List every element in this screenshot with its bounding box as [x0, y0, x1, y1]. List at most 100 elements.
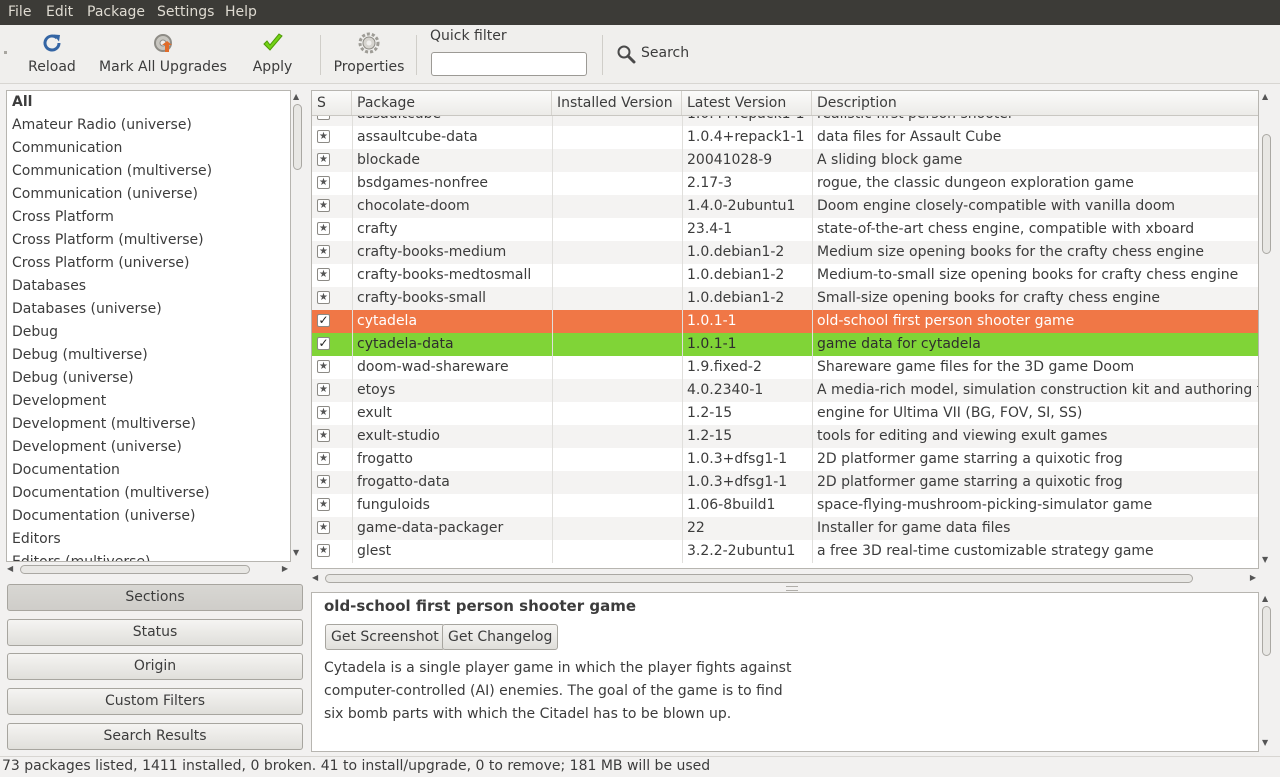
status-checkbox[interactable]: ★ — [317, 544, 330, 557]
status-checkbox[interactable]: ★ — [317, 116, 330, 120]
details-vertical-scrollbar[interactable]: ▲ ▼ — [1260, 592, 1273, 750]
search-button[interactable]: Search — [614, 42, 694, 66]
apply-button[interactable]: Apply — [245, 25, 300, 83]
status-checkbox[interactable]: ★ — [317, 383, 330, 396]
package-horizontal-scrollbar[interactable]: ◀ ▶ — [311, 571, 1257, 585]
status-checkbox[interactable]: ★ — [317, 360, 330, 373]
sections-vertical-scrollbar[interactable]: ▲ ▼ — [291, 90, 304, 560]
table-row[interactable]: ★ etoys 4.0.2340-1 A media-rich model, simu… — [312, 379, 1258, 402]
menu-edit[interactable]: Edit — [46, 4, 73, 20]
table-row[interactable]: ★ crafty-books-small 1.0.debian1-2 Small-si… — [312, 287, 1258, 310]
table-row[interactable]: ★ assaultcube 1.0.4+repack1-1realistic fir… — [312, 116, 1258, 126]
scrollbar-thumb[interactable] — [20, 565, 250, 574]
section-item[interactable]: Debug (multiverse) — [12, 344, 148, 367]
column-header-status[interactable]: S — [312, 91, 352, 115]
status-checkbox[interactable]: ★ — [317, 291, 330, 304]
scroll-left-arrow-icon[interactable]: ◀ — [312, 573, 318, 583]
table-row[interactable]: ★ doom-wad-shareware 1.9.fixed-2 Shareware … — [312, 356, 1258, 379]
menu-package[interactable]: Package — [87, 4, 145, 20]
package-vertical-scrollbar[interactable]: ▲ ▼ — [1260, 90, 1273, 567]
quick-filter-input[interactable] — [431, 52, 587, 76]
scrollbar-thumb[interactable] — [325, 574, 1193, 583]
column-header-latest-version[interactable]: Latest Version — [682, 91, 812, 115]
menu-help[interactable]: Help — [225, 4, 257, 20]
scrollbar-thumb[interactable] — [293, 104, 302, 170]
section-item[interactable]: Documentation — [12, 459, 120, 482]
section-item[interactable]: Communication (multiverse) — [12, 160, 212, 183]
table-row[interactable]: ★ exult 1.2-15 engine for Ultima VII (BG, F… — [312, 402, 1258, 425]
reload-button[interactable]: Reload — [22, 25, 82, 83]
table-row[interactable]: ✓ cytadela-data 1.0.1-1 game data for cytad… — [312, 333, 1258, 356]
status-checkbox[interactable]: ★ — [317, 498, 330, 511]
pane-splitter[interactable] — [786, 586, 798, 591]
package-table[interactable]: S Package Installed Version Latest Versi… — [311, 90, 1259, 569]
status-checkbox[interactable]: ★ — [317, 475, 330, 488]
status-checkbox[interactable]: ★ — [317, 153, 330, 166]
table-row[interactable]: ★ funguloids 1.06-8build1 space-flying-mush… — [312, 494, 1258, 517]
status-checkbox[interactable]: ★ — [317, 429, 330, 442]
table-row[interactable]: ★ frogatto-data 1.0.3+dfsg1-1 2D platformer… — [312, 471, 1258, 494]
scroll-right-arrow-icon[interactable]: ▶ — [282, 564, 288, 574]
status-checkbox[interactable]: ★ — [317, 130, 330, 143]
table-row[interactable]: ★ chocolate-doom 1.4.0-2ubuntu1 Doom engine… — [312, 195, 1258, 218]
section-item[interactable]: Editors — [12, 528, 61, 551]
scroll-left-arrow-icon[interactable]: ◀ — [7, 564, 13, 574]
table-row[interactable]: ★ assaultcube-data 1.0.4+repack1-1 data fil… — [312, 126, 1258, 149]
scroll-down-arrow-icon[interactable]: ▼ — [1262, 555, 1268, 565]
scroll-up-arrow-icon[interactable]: ▲ — [1262, 594, 1268, 604]
scroll-up-arrow-icon[interactable]: ▲ — [293, 92, 299, 102]
column-header-description[interactable]: Description — [812, 91, 1258, 115]
table-row[interactable]: ✓ cytadela 1.0.1-1 old-school first person … — [312, 310, 1258, 333]
search-results-button[interactable]: Search Results — [7, 723, 303, 750]
status-checkbox[interactable]: ★ — [317, 521, 330, 534]
section-item[interactable]: Databases (universe) — [12, 298, 162, 321]
status-checkbox[interactable]: ★ — [317, 199, 330, 212]
section-item[interactable]: Debug — [12, 321, 58, 344]
custom-filters-button[interactable]: Custom Filters — [7, 688, 303, 715]
mark-all-upgrades-button[interactable]: Mark All Upgrades — [98, 25, 228, 83]
table-row[interactable]: ★ exult-studio 1.2-15 tools for editing and… — [312, 425, 1258, 448]
column-header-installed-version[interactable]: Installed Version — [552, 91, 682, 115]
section-item[interactable]: All — [12, 91, 32, 114]
section-item[interactable]: Cross Platform (universe) — [12, 252, 189, 275]
table-row[interactable]: ★ glest 3.2.2-2ubuntu1 a free 3D real-time … — [312, 540, 1258, 563]
scroll-down-arrow-icon[interactable]: ▼ — [1262, 738, 1268, 748]
marked-install-checkbox[interactable]: ✓ — [317, 314, 330, 327]
menu-file[interactable]: File — [8, 4, 31, 20]
scrollbar-thumb[interactable] — [1262, 134, 1271, 254]
table-row[interactable]: ★ crafty-books-medium 1.0.debian1-2 Medium … — [312, 241, 1258, 264]
section-item[interactable]: Development — [12, 390, 106, 413]
table-row[interactable]: ★ game-data-packager 22 Installer for game … — [312, 517, 1258, 540]
status-checkbox[interactable]: ★ — [317, 406, 330, 419]
status-checkbox[interactable]: ★ — [317, 222, 330, 235]
section-item[interactable]: Debug (universe) — [12, 367, 134, 390]
sections-list[interactable]: All Amateur Radio (universe) Communicati… — [6, 90, 291, 562]
section-item[interactable]: Documentation (universe) — [12, 505, 196, 528]
section-item[interactable]: Amateur Radio (universe) — [12, 114, 192, 137]
origin-filter-button[interactable]: Origin — [7, 653, 303, 680]
status-checkbox[interactable]: ★ — [317, 245, 330, 258]
table-row[interactable]: ★ crafty-books-medtosmall 1.0.debian1-2 Med… — [312, 264, 1258, 287]
table-row[interactable]: ★ frogatto 1.0.3+dfsg1-1 2D platformer game… — [312, 448, 1258, 471]
section-item[interactable]: Cross Platform (multiverse) — [12, 229, 204, 252]
status-filter-button[interactable]: Status — [7, 619, 303, 646]
toolbar-grip[interactable] — [4, 51, 7, 54]
menu-settings[interactable]: Settings — [157, 4, 214, 20]
section-item[interactable]: Documentation (multiverse) — [12, 482, 210, 505]
table-row[interactable]: ★ bsdgames-nonfree 2.17-3 rogue, the classi… — [312, 172, 1258, 195]
section-item[interactable]: Cross Platform — [12, 206, 114, 229]
table-row[interactable]: ★ crafty 23.4-1 state-of-the-art chess engi… — [312, 218, 1258, 241]
sections-horizontal-scrollbar[interactable]: ◀ ▶ — [6, 562, 289, 576]
marked-install-checkbox[interactable]: ✓ — [317, 337, 330, 350]
status-checkbox[interactable]: ★ — [317, 176, 330, 189]
scroll-up-arrow-icon[interactable]: ▲ — [1262, 92, 1268, 102]
get-changelog-button[interactable]: Get Changelog — [442, 624, 559, 650]
scrollbar-thumb[interactable] — [1262, 606, 1271, 656]
section-item[interactable]: Communication (universe) — [12, 183, 198, 206]
sections-filter-button[interactable]: Sections — [7, 584, 303, 611]
section-item[interactable]: Editors (multiverse) — [12, 551, 150, 561]
section-item[interactable]: Development (multiverse) — [12, 413, 196, 436]
section-item[interactable]: Communication — [12, 137, 122, 160]
properties-button[interactable]: Properties — [331, 25, 407, 83]
status-checkbox[interactable]: ★ — [317, 452, 330, 465]
